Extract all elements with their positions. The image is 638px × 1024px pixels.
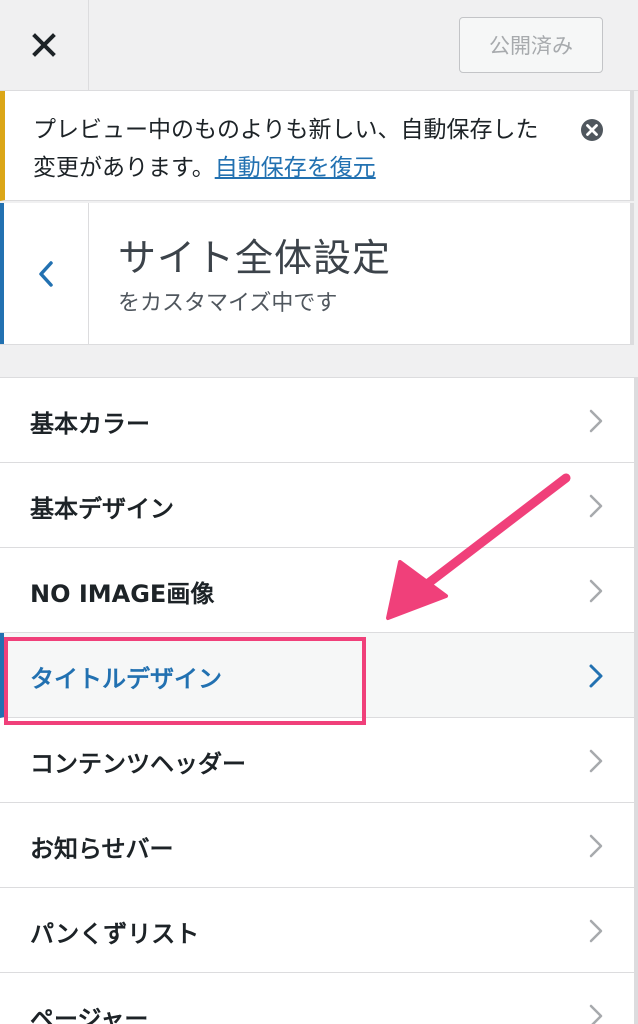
menu-item-label: 基本カラー	[30, 410, 150, 438]
autosave-notice: プレビュー中のものよりも新しい、自動保存した変更があります。自動保存を復元	[0, 91, 634, 201]
back-button[interactable]	[0, 203, 89, 344]
chevron-left-icon	[39, 260, 53, 287]
restore-autosave-link[interactable]: 自動保存を復元	[215, 155, 376, 181]
menu-item-no-image[interactable]: NO IMAGE画像	[0, 548, 638, 633]
dismiss-circle-icon[interactable]	[580, 118, 604, 142]
chevron-right-icon	[589, 919, 603, 943]
close-icon	[32, 33, 56, 57]
chevron-right-icon	[589, 664, 603, 688]
chevron-right-icon	[589, 834, 603, 858]
close-button[interactable]	[0, 0, 89, 90]
customizer-panel: 公開済み プレビュー中のものよりも新しい、自動保存した変更があります。自動保存を…	[0, 0, 638, 1024]
menu-item-label: 基本デザイン	[30, 495, 174, 523]
customizer-header: 公開済み	[0, 0, 638, 91]
menu-item-label: お知らせバー	[30, 835, 174, 863]
section-subtitle: をカスタマイズ中です	[118, 291, 338, 316]
menu-item-basic-design[interactable]: 基本デザイン	[0, 463, 638, 548]
menu-item-label: パンくずリスト	[30, 920, 200, 948]
notice-text: プレビュー中のものよりも新しい、自動保存した変更があります。自動保存を復元	[33, 111, 553, 187]
section-title: サイト全体設定	[118, 236, 392, 280]
menu-item-pager[interactable]: ページャー	[0, 973, 638, 1024]
chevron-right-icon	[589, 494, 603, 518]
menu-item-title-design[interactable]: タイトルデザイン	[0, 633, 638, 718]
section-header: サイト全体設定 をカスタマイズ中です	[0, 203, 634, 345]
chevron-right-icon	[589, 409, 603, 433]
menu-item-label: コンテンツヘッダー	[30, 750, 246, 778]
menu-item-content-header[interactable]: コンテンツヘッダー	[0, 718, 638, 803]
menu-item-label: NO IMAGE画像	[30, 580, 215, 608]
menu-item-label: タイトルデザイン	[30, 665, 222, 693]
menu-item-notice-bar[interactable]: お知らせバー	[0, 803, 638, 888]
chevron-right-icon	[589, 1004, 603, 1024]
menu-item-breadcrumb[interactable]: パンくずリスト	[0, 888, 638, 973]
menu-item-label: ページャー	[30, 1005, 149, 1024]
settings-menu-list: 基本カラー 基本デザイン NO IMAGE画像 タイトルデザイン コンテンツヘッ…	[0, 377, 638, 1024]
publish-button[interactable]: 公開済み	[459, 17, 603, 73]
menu-item-basic-color[interactable]: 基本カラー	[0, 378, 638, 463]
chevron-right-icon	[589, 579, 603, 603]
chevron-right-icon	[589, 749, 603, 773]
